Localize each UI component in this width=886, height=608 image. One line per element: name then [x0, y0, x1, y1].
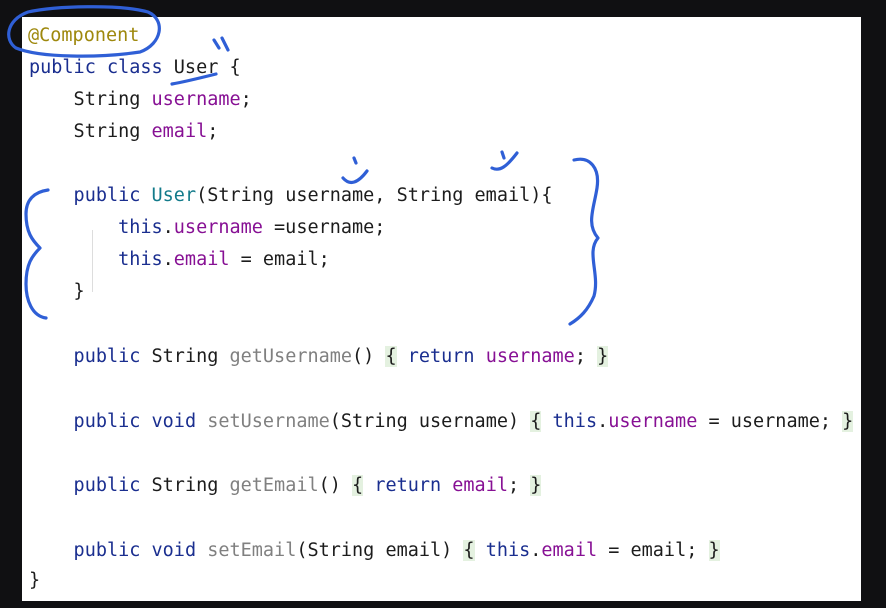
code-token: = username;	[697, 411, 843, 432]
code-token: = email;	[597, 540, 709, 561]
code-token: email	[173, 249, 230, 270]
code-token: public	[29, 475, 152, 496]
code-token: ()	[352, 346, 386, 367]
code-token: return	[374, 475, 453, 496]
code-line: this.username =username;	[29, 216, 385, 240]
code-token: this	[29, 217, 163, 238]
code-line: public void setUsername(String username)…	[29, 410, 854, 434]
code-token: {	[530, 411, 542, 432]
code-token: @Component	[28, 25, 140, 46]
code-line: public String getEmail() { return email;…	[29, 474, 542, 498]
code-token: }	[29, 281, 85, 302]
code-token: public class	[29, 57, 174, 78]
code-token: (String username)	[329, 411, 531, 432]
code-token: public	[29, 540, 152, 561]
code-token: .	[162, 249, 174, 270]
code-token: email	[452, 475, 508, 496]
code-token: {	[218, 57, 241, 78]
code-token: this	[29, 249, 163, 270]
code-line: this.email = email;	[29, 248, 330, 272]
code-token: public	[29, 346, 152, 367]
code-token: username	[608, 411, 698, 432]
code-token: getUsername	[229, 346, 353, 367]
code-token: .	[597, 411, 609, 432]
code-token: ()	[318, 475, 353, 496]
code-token: ;	[207, 121, 219, 142]
code-line: public class User {	[29, 56, 241, 80]
code-token: email	[541, 540, 598, 561]
code-token: (String email)	[296, 540, 464, 561]
code-token: public	[29, 411, 152, 432]
code-line: public User(String username, String emai…	[29, 184, 553, 208]
code-token: ;	[574, 346, 598, 367]
code-token: username	[485, 346, 575, 367]
code-token: User	[173, 57, 219, 78]
code-token: this	[485, 540, 531, 561]
code-token: {	[352, 475, 364, 496]
code-token: = email;	[229, 249, 330, 270]
code-token: void	[151, 411, 208, 432]
code-line: @Component	[28, 24, 139, 48]
code-token: setEmail	[207, 540, 297, 561]
code-line: }	[29, 569, 40, 593]
code-token: {	[385, 346, 397, 367]
code-token: }	[842, 411, 854, 432]
code-token: }	[708, 540, 720, 561]
code-line: public void setEmail(String email) { thi…	[29, 539, 720, 563]
code-token: getEmail	[229, 475, 319, 496]
code-token: (String username, String email){	[196, 185, 553, 206]
code-token: =username;	[262, 217, 386, 238]
code-token: public	[29, 185, 152, 206]
code-token: User	[151, 185, 197, 206]
code-token: }	[29, 570, 41, 591]
code-token: username	[151, 89, 241, 110]
code-token: {	[463, 540, 475, 561]
code-token: String	[151, 346, 230, 367]
code-line: String username;	[29, 88, 252, 112]
code-token: }	[597, 346, 609, 367]
code-line: public String getUsername() { return use…	[29, 345, 609, 369]
code-line: String email;	[29, 120, 219, 144]
code-token: .	[530, 540, 542, 561]
code-token: String	[29, 121, 152, 142]
code-token: email	[151, 121, 208, 142]
code-token: this	[552, 411, 598, 432]
code-token: username	[173, 217, 263, 238]
code-token: .	[162, 217, 174, 238]
code-token: setUsername	[207, 411, 330, 432]
code-token: void	[151, 540, 208, 561]
code-token: String	[151, 475, 230, 496]
code-token: return	[407, 346, 486, 367]
code-line: }	[29, 280, 85, 304]
code-token: ;	[240, 89, 252, 110]
code-editor[interactable]: @Component public class User { String use…	[22, 17, 861, 601]
code-token: }	[530, 475, 542, 496]
code-token: ;	[507, 475, 531, 496]
code-token: String	[29, 89, 152, 110]
